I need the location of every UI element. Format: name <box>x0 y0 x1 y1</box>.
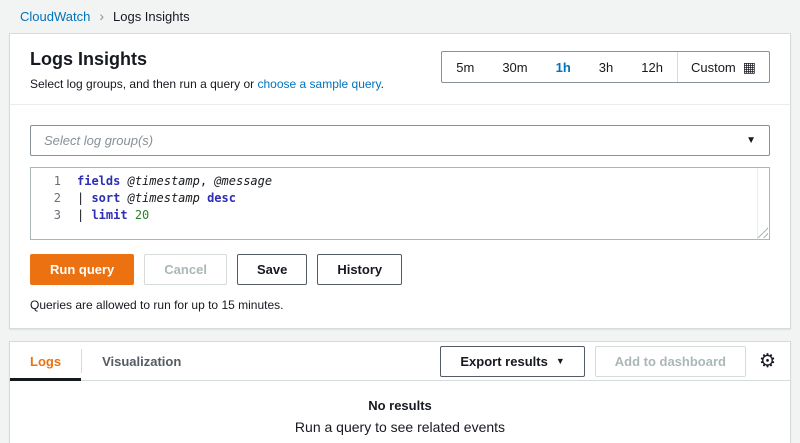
query-panel-header: Logs Insights Select log groups, and the… <box>10 34 790 105</box>
breadcrumb: CloudWatch › Logs Insights <box>0 0 800 33</box>
tab-logs[interactable]: Logs <box>10 342 81 380</box>
log-group-placeholder: Select log group(s) <box>44 133 153 148</box>
code-line: 2 | sort @timestamp desc <box>31 190 769 207</box>
results-tabs-row: Logs Visualization Export results ▼ Add … <box>10 342 790 381</box>
code-token: fields <box>77 174 120 188</box>
time-range-12h[interactable]: 12h <box>627 52 677 82</box>
breadcrumb-current-page: Logs Insights <box>113 9 190 24</box>
time-range-30m[interactable]: 30m <box>488 52 541 82</box>
time-range-1h-selected[interactable]: 1h <box>542 52 585 82</box>
code-token: , <box>200 174 214 188</box>
query-editor-lines: 1 fields @timestamp, @message 2 | sort @tim… <box>31 173 769 224</box>
line-number: 1 <box>31 173 69 190</box>
code-token: 20 <box>135 208 149 222</box>
chevron-down-icon: ▼ <box>746 135 756 146</box>
breadcrumb-link-cloudwatch[interactable]: CloudWatch <box>20 9 90 24</box>
code-token <box>120 191 127 205</box>
query-actions: Run query Cancel Save History <box>30 254 770 285</box>
log-group-select[interactable]: Select log group(s) ▼ <box>30 125 770 156</box>
query-limit-note: Queries are allowed to run for up to 15 … <box>30 298 770 312</box>
empty-results-subtitle: Run a query to see related events <box>10 419 790 435</box>
custom-label: Custom <box>691 60 736 75</box>
code-token: @message <box>214 174 272 188</box>
results-panel: Logs Visualization Export results ▼ Add … <box>9 341 791 443</box>
query-panel-body: Select log group(s) ▼ 1 fields @timestamp… <box>10 105 790 328</box>
code-token: sort <box>91 191 120 205</box>
gear-icon[interactable]: ⚙ <box>759 352 776 371</box>
code-token: limit <box>91 208 127 222</box>
code-token <box>200 191 207 205</box>
chevron-down-icon: ▼ <box>556 356 565 366</box>
line-number: 3 <box>31 207 69 224</box>
resize-handle[interactable] <box>757 227 768 238</box>
empty-results-state: No results Run a query to see related ev… <box>10 381 790 435</box>
history-button[interactable]: History <box>317 254 402 285</box>
export-results-label: Export results <box>460 354 547 369</box>
time-range-5m[interactable]: 5m <box>442 52 488 82</box>
time-range-control: 5m 30m 1h 3h 12h Custom ▦ <box>441 51 770 83</box>
cancel-button[interactable]: Cancel <box>144 254 227 285</box>
query-editor[interactable]: 1 fields @timestamp, @message 2 | sort @tim… <box>30 167 770 240</box>
time-range-3h[interactable]: 3h <box>585 52 627 82</box>
code-token <box>128 208 135 222</box>
subtitle-suffix: . <box>381 77 384 91</box>
empty-results-title: No results <box>10 398 790 413</box>
export-results-button[interactable]: Export results ▼ <box>440 346 584 377</box>
code-line: 3 | limit 20 <box>31 207 769 224</box>
query-panel: Logs Insights Select log groups, and the… <box>9 33 791 329</box>
time-range-custom[interactable]: Custom ▦ <box>677 52 769 82</box>
save-button[interactable]: Save <box>237 254 307 285</box>
code-line: 1 fields @timestamp, @message <box>31 173 769 190</box>
chevron-right-icon: › <box>99 9 104 23</box>
code-token: @timestamp <box>128 174 200 188</box>
sample-query-link[interactable]: choose a sample query <box>257 77 380 91</box>
code-token: @timestamp <box>128 191 200 205</box>
tab-visualization[interactable]: Visualization <box>82 342 201 380</box>
calendar-icon: ▦ <box>743 60 756 74</box>
subtitle-text: Select log groups, and then run a query … <box>30 77 257 91</box>
line-number: 2 <box>31 190 69 207</box>
code-token: desc <box>207 191 236 205</box>
code-token: | <box>77 191 91 205</box>
editor-scrollbar-track <box>757 168 758 239</box>
run-query-button[interactable]: Run query <box>30 254 134 285</box>
code-token <box>120 174 127 188</box>
add-to-dashboard-button[interactable]: Add to dashboard <box>595 346 746 377</box>
code-token: | <box>77 208 91 222</box>
